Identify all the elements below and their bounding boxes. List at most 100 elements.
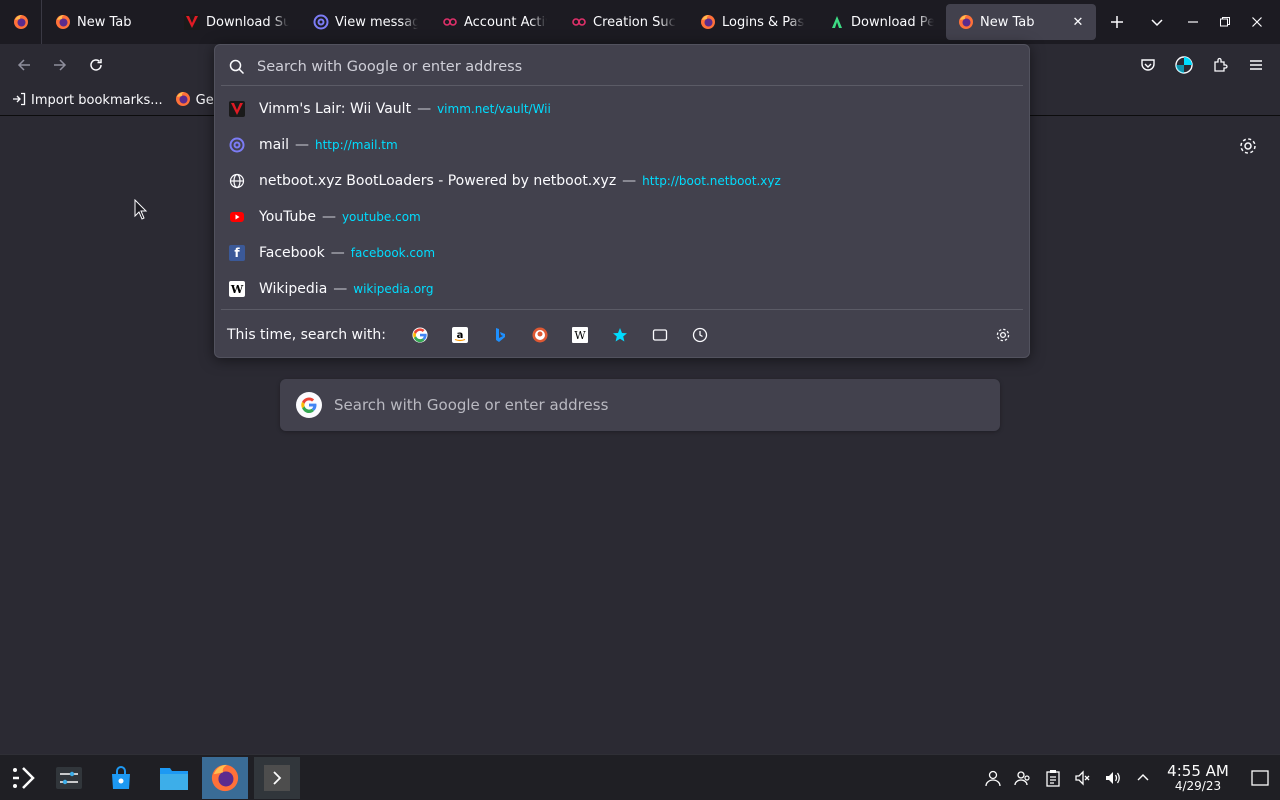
import-bookmarks-button[interactable]: Import bookmarks... — [12, 92, 163, 110]
result-url: vimm.net/vault/Wii — [437, 102, 551, 116]
newtab-search-box[interactable]: Search with Google or enter address — [280, 379, 1000, 431]
tab[interactable]: Account Activ — [430, 4, 557, 40]
arrow-right-icon — [54, 59, 67, 71]
account-button[interactable] — [1166, 47, 1202, 83]
wikipedia-icon: W — [229, 281, 245, 297]
search-icon — [229, 59, 245, 75]
results-list: Vimm's Lair: Wii Vault — vimm.net/vault/… — [221, 91, 1023, 307]
vimm-icon — [184, 14, 200, 30]
bookmark-item[interactable]: Get — [175, 91, 219, 111]
result-url: facebook.com — [350, 246, 436, 260]
clock-time: 4:55 AM — [1167, 762, 1229, 780]
bookmarks-engine-button[interactable] — [610, 325, 630, 345]
result-url: http://mail.tm — [315, 138, 398, 152]
tab[interactable]: View messag — [301, 4, 428, 40]
clipboard-button[interactable] — [1038, 755, 1068, 800]
mail-at-icon — [313, 14, 329, 30]
result-title: YouTube — [259, 209, 316, 225]
restore-button[interactable] — [1210, 0, 1240, 44]
toolbar-right — [1130, 44, 1280, 86]
duckduckgo-engine-button[interactable] — [530, 325, 550, 345]
result-row[interactable]: mail — http://mail.tm — [221, 127, 1023, 163]
kde-connect-button[interactable] — [1008, 755, 1038, 800]
extensions-button[interactable] — [1202, 47, 1238, 83]
result-title: netboot.xyz BootLoaders - Powered by net… — [259, 173, 617, 189]
users-icon — [1014, 771, 1030, 786]
result-separator: — — [333, 281, 348, 297]
clock-icon — [692, 327, 708, 343]
terminal-icon — [264, 765, 290, 791]
show-desktop-button[interactable] — [1240, 755, 1280, 800]
tab-title: Creation Succ — [593, 14, 676, 30]
import-icon — [12, 92, 26, 110]
pocket-button[interactable] — [1130, 47, 1166, 83]
app-menu-button[interactable] — [1238, 47, 1274, 83]
search-with-label: This time, search with: — [227, 327, 386, 343]
search-with-bar: This time, search with: a W — [221, 313, 1023, 357]
result-separator: — — [295, 137, 309, 153]
result-row[interactable]: W Wikipedia — wikipedia.org — [221, 271, 1023, 307]
tab-title: Download Pe — [851, 14, 934, 30]
show-hidden-icons-button[interactable] — [1128, 755, 1158, 800]
firefox-taskbar-button[interactable] — [202, 757, 248, 799]
tabs-engine-button[interactable] — [650, 325, 670, 345]
svg-text:W: W — [574, 329, 586, 342]
user-switcher-button[interactable] — [978, 755, 1008, 800]
digital-clock[interactable]: 4:55 AM 4/29/23 — [1166, 763, 1230, 793]
discover-button[interactable] — [98, 757, 144, 799]
firefox-icon — [55, 14, 71, 30]
tab[interactable]: New Tab — [43, 4, 170, 40]
globe-icon — [229, 173, 245, 189]
result-row[interactable]: Vimm's Lair: Wii Vault — vimm.net/vault/… — [221, 91, 1023, 127]
result-row[interactable]: netboot.xyz BootLoaders - Powered by net… — [221, 163, 1023, 199]
wikipedia-engine-button[interactable]: W — [570, 325, 590, 345]
newtab-search-placeholder: Search with Google or enter address — [334, 396, 609, 414]
facebook-icon: f — [229, 245, 245, 261]
user-icon — [985, 770, 1001, 787]
tab[interactable]: Download Pe — [817, 4, 944, 40]
result-separator: — — [321, 209, 336, 225]
mute-button[interactable] — [1068, 755, 1098, 800]
firefox-view-button[interactable] — [0, 0, 42, 44]
gear-icon — [1240, 138, 1256, 154]
result-row[interactable]: YouTube — youtube.com — [221, 199, 1023, 235]
close-tab-icon[interactable]: ✕ — [1070, 15, 1086, 30]
settings-sliders-icon — [56, 767, 82, 789]
youtube-icon — [229, 209, 245, 225]
urlbar-input[interactable] — [257, 59, 957, 75]
tab-active[interactable]: New Tab ✕ — [946, 4, 1096, 40]
search-settings-button[interactable] — [993, 325, 1013, 345]
list-all-tabs-button[interactable] — [1137, 0, 1177, 44]
result-title: Vimm's Lair: Wii Vault — [259, 101, 412, 117]
result-separator: — — [417, 101, 432, 117]
back-button[interactable] — [9, 50, 39, 80]
system-settings-button[interactable] — [46, 757, 92, 799]
google-engine-button[interactable] — [410, 325, 430, 345]
amazon-icon: a — [451, 327, 468, 343]
file-manager-button[interactable] — [151, 757, 197, 799]
bing-engine-button[interactable] — [490, 325, 510, 345]
minimize-button[interactable] — [1178, 0, 1208, 44]
personalize-button[interactable] — [1238, 136, 1258, 156]
result-title: Facebook — [259, 245, 325, 261]
star-icon — [612, 328, 627, 342]
forward-button[interactable] — [45, 50, 75, 80]
tab-title: New Tab — [980, 14, 1035, 30]
new-tab-button[interactable] — [1097, 0, 1137, 44]
pocket-icon — [1141, 59, 1155, 71]
duckduckgo-icon — [532, 327, 548, 343]
tab[interactable]: Logins & Pas — [688, 4, 815, 40]
reload-button[interactable] — [81, 50, 111, 80]
history-engine-button[interactable] — [690, 325, 710, 345]
result-row[interactable]: f Facebook — facebook.com — [221, 235, 1023, 271]
volume-button[interactable] — [1098, 755, 1128, 800]
terminal-button[interactable] — [254, 757, 300, 799]
tab-title: New Tab — [77, 14, 132, 30]
amazon-engine-button[interactable]: a — [450, 325, 470, 345]
app-launcher-button[interactable] — [0, 757, 46, 799]
close-window-button[interactable] — [1242, 0, 1272, 44]
tab[interactable]: Creation Succ — [559, 4, 686, 40]
tab[interactable]: Download Su — [172, 4, 299, 40]
speaker-muted-icon — [1075, 770, 1090, 786]
link-icon — [442, 14, 458, 30]
